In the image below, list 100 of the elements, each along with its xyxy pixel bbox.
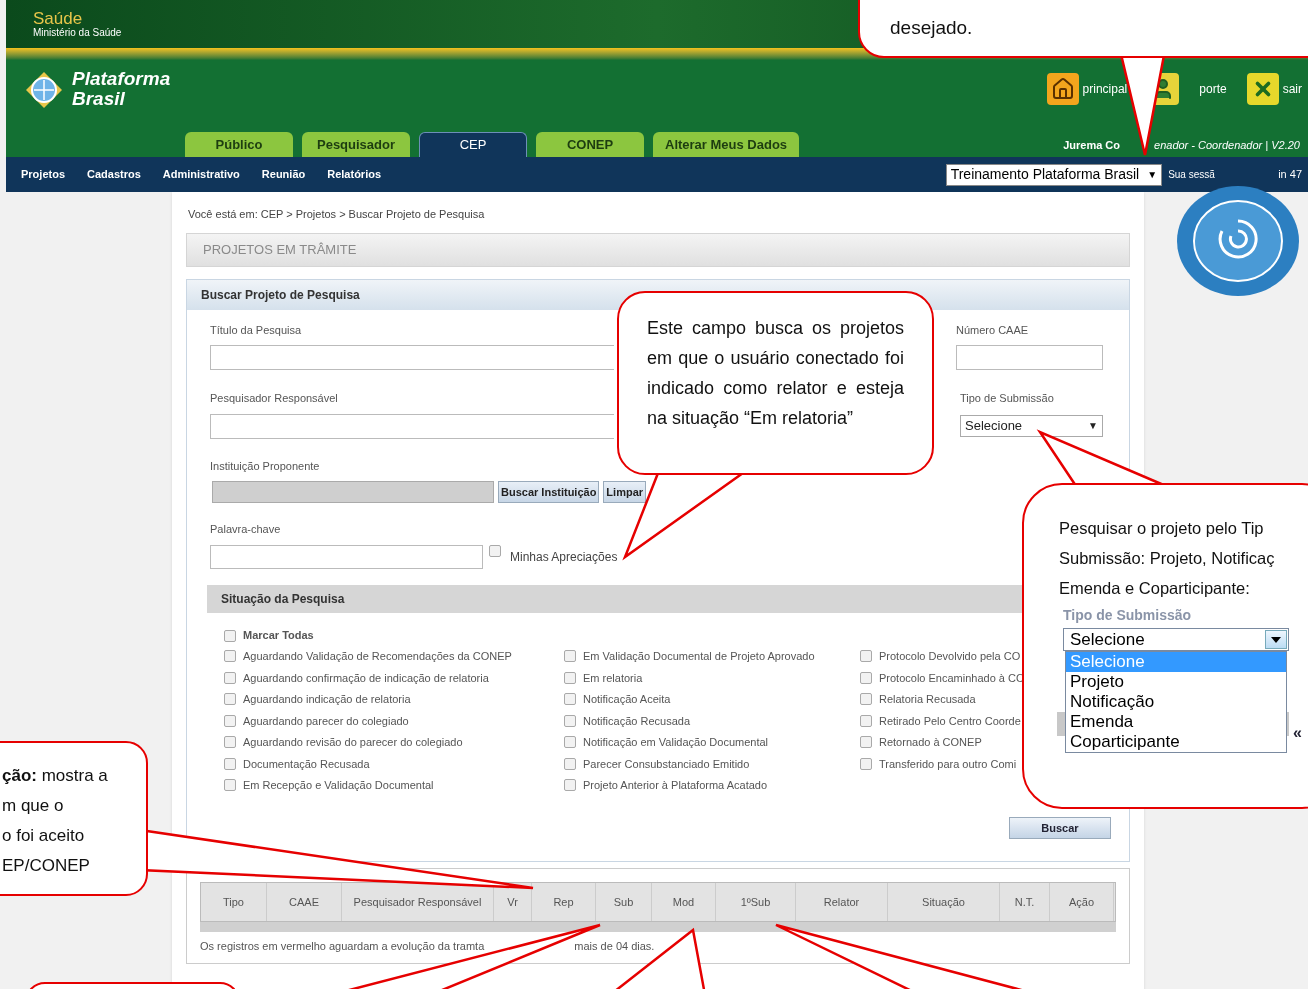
field-label: Instituição Proponente	[210, 458, 320, 474]
column-header: CAAE	[267, 883, 342, 921]
field-label: Pesquisador Responsável	[210, 391, 338, 406]
checkbox[interactable]	[564, 736, 576, 749]
menu-item[interactable]: Administrativo	[162, 166, 240, 183]
callout-text: Este campo busca os projetos em que o usuário conectado foi indicado como relator e esteja na situação “Em relatoria”	[647, 317, 904, 430]
checkbox-label: Aguardando confirmação de indicação de relatoria	[243, 670, 489, 686]
callout-text: o foi aceito	[2, 825, 86, 847]
checkbox[interactable]	[224, 693, 236, 706]
user-role: enador - Coordenador | V2.20	[1154, 137, 1300, 153]
menu-item[interactable]: Cadastros	[87, 166, 141, 183]
header-link[interactable]: porte	[1199, 80, 1227, 98]
column-header: N.T.	[1000, 883, 1050, 921]
section-title: Situação da Pesquisa	[221, 590, 345, 608]
dropdown-label: Tipo de Submissão	[1063, 606, 1193, 625]
clear-button[interactable]: Limpar	[603, 481, 647, 503]
submission-type-select[interactable]: Selecione ▼	[960, 414, 1103, 437]
tab[interactable]: CEP	[419, 132, 527, 157]
dropdown-option[interactable]: Emenda	[1066, 712, 1286, 732]
checkbox-label: Documentação Recusada	[243, 756, 370, 772]
column-header: Ação	[1050, 883, 1114, 921]
checkbox[interactable]	[860, 757, 872, 770]
checkbox-label: Aguardando Validação de Recomendações da CONEP	[243, 649, 512, 664]
breadcrumb: Você está em: CEP > Projetos > Buscar Projeto de Pesquisa	[188, 207, 486, 222]
field-label: Número CAAE	[956, 322, 1029, 338]
user-name: Jurema Co	[1063, 137, 1121, 153]
input-field[interactable]	[210, 345, 614, 370]
callout-text: Submissão: Projeto, Notificaç	[1059, 548, 1276, 569]
input-field[interactable]	[956, 345, 1103, 370]
column-header: Relator	[796, 883, 888, 921]
input-field[interactable]	[210, 413, 614, 439]
logo-text: Brasil	[72, 89, 126, 109]
checkbox[interactable]	[860, 650, 872, 663]
training-seal-icon	[1176, 185, 1300, 297]
collapse-glyph[interactable]: «	[1293, 721, 1302, 745]
field-label: Tipo de Submissão	[960, 391, 1054, 406]
page-title: PROJETOS EM TRÂMITE	[203, 240, 357, 259]
checkbox[interactable]	[860, 736, 872, 749]
menu-item[interactable]: Relatórios	[327, 166, 382, 183]
checkbox-label: Minhas Apreciações	[510, 548, 618, 566]
tab[interactable]: Pesquisador	[302, 132, 410, 157]
checkbox[interactable]	[564, 693, 576, 706]
field-label: Título da Pesquisa	[210, 322, 302, 338]
header-link[interactable]: principal	[1082, 80, 1128, 98]
government-subtitle: Ministério da Saúde	[33, 26, 122, 39]
checkbox[interactable]	[564, 757, 576, 770]
menu-item[interactable]: Projetos	[21, 166, 65, 183]
home-icon[interactable]	[1046, 73, 1079, 105]
checkbox-label: Parecer Consubstanciado Emitido	[583, 756, 750, 772]
checkbox[interactable]	[860, 714, 872, 727]
checkbox[interactable]	[564, 650, 576, 663]
checkbox[interactable]	[224, 757, 236, 770]
checkbox[interactable]	[860, 671, 872, 684]
checkbox[interactable]	[224, 629, 236, 642]
checkbox[interactable]	[224, 650, 236, 663]
checkbox-label: Em relatoria	[583, 670, 643, 686]
dropdown-option[interactable]: Coparticipante	[1066, 732, 1286, 752]
column-header: 1ºSub	[716, 883, 796, 921]
session-text: Sua sessã	[1168, 168, 1216, 182]
input-field[interactable]	[212, 481, 494, 503]
results-note: mais de 04 dias.	[574, 939, 655, 954]
submission-type-select[interactable]: Selecione	[1063, 628, 1289, 651]
results-note: Os registros em vermelho aguardam a evolução da tramta	[200, 939, 485, 954]
checkbox-label: Relatoria Recusada	[879, 692, 976, 707]
search-institution-button[interactable]: Buscar Instituição	[498, 481, 600, 503]
checkbox[interactable]	[224, 736, 236, 749]
column-header: Mod	[652, 883, 716, 921]
checkbox-label: Retirado Pelo Centro Coorde	[879, 713, 1021, 729]
tab[interactable]: CONEP	[536, 132, 644, 157]
column-header: Tipo	[201, 883, 267, 921]
callout-text: desejado.	[890, 17, 973, 38]
checkbox[interactable]	[564, 714, 576, 727]
checkbox-label: Aguardando indicação de relatoria	[243, 692, 411, 707]
government-title: Saúde	[33, 9, 83, 27]
checkbox[interactable]	[224, 714, 236, 727]
environment-select[interactable]: Treinamento Plataforma Brasil ▼	[945, 163, 1163, 186]
close-icon[interactable]	[1246, 73, 1279, 105]
checkbox-label: Em Recepção e Validação Documental	[243, 778, 434, 793]
checkbox[interactable]	[564, 671, 576, 684]
checkbox-label: Notificação Aceita	[583, 692, 671, 707]
panel-title: Buscar Projeto de Pesquisa	[201, 286, 360, 304]
search-button[interactable]: Buscar	[1009, 817, 1111, 839]
dropdown-option[interactable]: Projeto	[1066, 672, 1286, 692]
tab[interactable]: Público	[185, 132, 293, 157]
checkbox[interactable]	[489, 545, 501, 558]
column-header: Situação	[888, 883, 1000, 921]
dropdown-option[interactable]: Notificação	[1066, 692, 1286, 712]
tab[interactable]: Alterar Meus Dados	[653, 132, 800, 157]
checkbox-label: Em Validação Documental de Projeto Aprovado	[583, 649, 815, 664]
checkbox-label: Transferido para outro Comi	[879, 756, 1017, 772]
checkbox-label: Marcar Todas	[243, 628, 314, 644]
checkbox[interactable]	[564, 779, 576, 792]
checkbox[interactable]	[860, 693, 872, 706]
menu-item[interactable]: Reunião	[261, 166, 306, 183]
callout-text: Emenda e Coparticipante:	[1059, 578, 1251, 599]
checkbox[interactable]	[224, 779, 236, 792]
checkbox-label: Projeto Anterior à Plataforma Acatado	[583, 778, 768, 793]
header-link[interactable]: sair	[1282, 80, 1302, 98]
checkbox[interactable]	[224, 671, 236, 684]
input-field[interactable]	[210, 544, 483, 569]
